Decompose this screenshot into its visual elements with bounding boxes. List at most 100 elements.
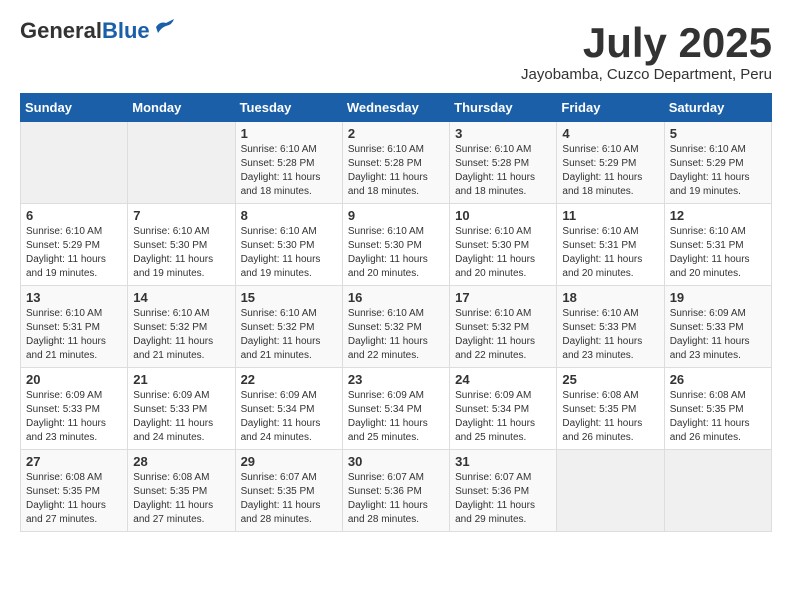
calendar-cell: 2 Sunrise: 6:10 AM Sunset: 5:28 PM Daylig… (342, 122, 449, 204)
day-info: Sunrise: 6:10 AM Sunset: 5:31 PM Dayligh… (26, 307, 122, 363)
calendar-week-row: 6Sunrise: 6:10 AM Sunset: 5:29 PM Daylig… (21, 204, 772, 286)
day-info: Sunrise: 6:10 AM Sunset: 5:32 PM Dayligh… (348, 307, 444, 363)
weekday-header-friday: Friday (557, 94, 664, 122)
calendar-cell: 21 Sunrise: 6:09 AM Sunset: 5:33 PM Dayli… (128, 368, 235, 450)
calendar-cell: 7Sunrise: 6:10 AM Sunset: 5:30 PM Daylig… (128, 204, 235, 286)
weekday-header-wednesday: Wednesday (342, 94, 449, 122)
logo: GeneralBlue (20, 20, 176, 42)
day-number: 17 (455, 290, 551, 305)
calendar-cell (128, 122, 235, 204)
day-info: Sunrise: 6:10 AM Sunset: 5:33 PM Dayligh… (562, 307, 658, 363)
day-info: Sunrise: 6:10 AM Sunset: 5:28 PM Dayligh… (241, 143, 337, 199)
calendar-cell: 30 Sunrise: 6:07 AM Sunset: 5:36 PM Dayli… (342, 450, 449, 532)
day-number: 19 (670, 290, 766, 305)
weekday-header-monday: Monday (128, 94, 235, 122)
day-number: 1 (241, 126, 337, 141)
calendar-cell: 10 Sunrise: 6:10 AM Sunset: 5:30 PM Dayli… (450, 204, 557, 286)
calendar-cell: 22 Sunrise: 6:09 AM Sunset: 5:34 PM Dayli… (235, 368, 342, 450)
day-number: 29 (241, 454, 337, 469)
calendar-cell: 23 Sunrise: 6:09 AM Sunset: 5:34 PM Dayli… (342, 368, 449, 450)
day-info: Sunrise: 6:10 AM Sunset: 5:29 PM Dayligh… (670, 143, 766, 199)
calendar-cell: 31 Sunrise: 6:07 AM Sunset: 5:36 PM Dayli… (450, 450, 557, 532)
calendar-week-row: 27 Sunrise: 6:08 AM Sunset: 5:35 PM Dayli… (21, 450, 772, 532)
calendar-cell: 14 Sunrise: 6:10 AM Sunset: 5:32 PM Dayli… (128, 286, 235, 368)
day-info: Sunrise: 6:10 AM Sunset: 5:28 PM Dayligh… (455, 143, 551, 199)
calendar-cell: 6Sunrise: 6:10 AM Sunset: 5:29 PM Daylig… (21, 204, 128, 286)
day-info: Sunrise: 6:10 AM Sunset: 5:32 PM Dayligh… (241, 307, 337, 363)
day-number: 3 (455, 126, 551, 141)
day-number: 18 (562, 290, 658, 305)
day-number: 14 (133, 290, 229, 305)
calendar-cell: 19Sunrise: 6:09 AM Sunset: 5:33 PM Dayli… (664, 286, 771, 368)
weekday-header-thursday: Thursday (450, 94, 557, 122)
calendar-cell (557, 450, 664, 532)
day-info: Sunrise: 6:08 AM Sunset: 5:35 PM Dayligh… (26, 471, 122, 527)
day-info: Sunrise: 6:10 AM Sunset: 5:31 PM Dayligh… (562, 225, 658, 281)
day-number: 2 (348, 126, 444, 141)
day-number: 10 (455, 208, 551, 223)
weekday-header-row: SundayMondayTuesdayWednesdayThursdayFrid… (21, 94, 772, 122)
day-info: Sunrise: 6:10 AM Sunset: 5:32 PM Dayligh… (455, 307, 551, 363)
day-info: Sunrise: 6:09 AM Sunset: 5:33 PM Dayligh… (26, 389, 122, 445)
calendar-cell: 28Sunrise: 6:08 AM Sunset: 5:35 PM Dayli… (128, 450, 235, 532)
calendar-cell: 20 Sunrise: 6:09 AM Sunset: 5:33 PM Dayli… (21, 368, 128, 450)
day-number: 5 (670, 126, 766, 141)
day-number: 6 (26, 208, 122, 223)
calendar-cell: 11 Sunrise: 6:10 AM Sunset: 5:31 PM Dayli… (557, 204, 664, 286)
calendar-cell: 4 Sunrise: 6:10 AM Sunset: 5:29 PM Daylig… (557, 122, 664, 204)
calendar-cell: 5 Sunrise: 6:10 AM Sunset: 5:29 PM Daylig… (664, 122, 771, 204)
day-info: Sunrise: 6:10 AM Sunset: 5:29 PM Dayligh… (562, 143, 658, 199)
day-number: 12 (670, 208, 766, 223)
day-info: Sunrise: 6:09 AM Sunset: 5:34 PM Dayligh… (241, 389, 337, 445)
day-number: 24 (455, 372, 551, 387)
calendar-table: SundayMondayTuesdayWednesdayThursdayFrid… (20, 93, 772, 532)
day-number: 28 (133, 454, 229, 469)
day-number: 25 (562, 372, 658, 387)
calendar-cell: 17 Sunrise: 6:10 AM Sunset: 5:32 PM Dayli… (450, 286, 557, 368)
calendar-cell: 3 Sunrise: 6:10 AM Sunset: 5:28 PM Daylig… (450, 122, 557, 204)
day-number: 8 (241, 208, 337, 223)
day-number: 13 (26, 290, 122, 305)
day-info: Sunrise: 6:10 AM Sunset: 5:32 PM Dayligh… (133, 307, 229, 363)
day-number: 26 (670, 372, 766, 387)
calendar-cell (664, 450, 771, 532)
day-number: 16 (348, 290, 444, 305)
day-number: 31 (455, 454, 551, 469)
calendar-cell: 15Sunrise: 6:10 AM Sunset: 5:32 PM Dayli… (235, 286, 342, 368)
day-info: Sunrise: 6:09 AM Sunset: 5:34 PM Dayligh… (455, 389, 551, 445)
day-number: 11 (562, 208, 658, 223)
day-number: 23 (348, 372, 444, 387)
day-info: Sunrise: 6:10 AM Sunset: 5:30 PM Dayligh… (348, 225, 444, 281)
calendar-week-row: 13 Sunrise: 6:10 AM Sunset: 5:31 PM Dayli… (21, 286, 772, 368)
day-info: Sunrise: 6:07 AM Sunset: 5:36 PM Dayligh… (455, 471, 551, 527)
day-number: 9 (348, 208, 444, 223)
month-title: July 2025 (521, 20, 772, 66)
day-number: 20 (26, 372, 122, 387)
day-number: 21 (133, 372, 229, 387)
title-block: July 2025 Jayobamba, Cuzco Department, P… (521, 20, 772, 83)
calendar-cell: 13 Sunrise: 6:10 AM Sunset: 5:31 PM Dayli… (21, 286, 128, 368)
calendar-cell: 1 Sunrise: 6:10 AM Sunset: 5:28 PM Daylig… (235, 122, 342, 204)
day-info: Sunrise: 6:10 AM Sunset: 5:28 PM Dayligh… (348, 143, 444, 199)
day-info: Sunrise: 6:10 AM Sunset: 5:31 PM Dayligh… (670, 225, 766, 281)
calendar-cell: 12 Sunrise: 6:10 AM Sunset: 5:31 PM Dayli… (664, 204, 771, 286)
calendar-cell (21, 122, 128, 204)
day-info: Sunrise: 6:07 AM Sunset: 5:36 PM Dayligh… (348, 471, 444, 527)
calendar-week-row: 1 Sunrise: 6:10 AM Sunset: 5:28 PM Daylig… (21, 122, 772, 204)
day-number: 27 (26, 454, 122, 469)
logo-bird-icon (154, 19, 176, 35)
day-info: Sunrise: 6:09 AM Sunset: 5:34 PM Dayligh… (348, 389, 444, 445)
calendar-cell: 18 Sunrise: 6:10 AM Sunset: 5:33 PM Dayli… (557, 286, 664, 368)
calendar-cell: 16 Sunrise: 6:10 AM Sunset: 5:32 PM Dayli… (342, 286, 449, 368)
day-info: Sunrise: 6:10 AM Sunset: 5:30 PM Dayligh… (133, 225, 229, 281)
day-info: Sunrise: 6:09 AM Sunset: 5:33 PM Dayligh… (133, 389, 229, 445)
calendar-cell: 27 Sunrise: 6:08 AM Sunset: 5:35 PM Dayli… (21, 450, 128, 532)
calendar-cell: 9 Sunrise: 6:10 AM Sunset: 5:30 PM Daylig… (342, 204, 449, 286)
day-number: 30 (348, 454, 444, 469)
day-info: Sunrise: 6:10 AM Sunset: 5:30 PM Dayligh… (241, 225, 337, 281)
day-number: 4 (562, 126, 658, 141)
day-number: 22 (241, 372, 337, 387)
weekday-header-tuesday: Tuesday (235, 94, 342, 122)
day-info: Sunrise: 6:10 AM Sunset: 5:30 PM Dayligh… (455, 225, 551, 281)
calendar-cell: 26Sunrise: 6:08 AM Sunset: 5:35 PM Dayli… (664, 368, 771, 450)
